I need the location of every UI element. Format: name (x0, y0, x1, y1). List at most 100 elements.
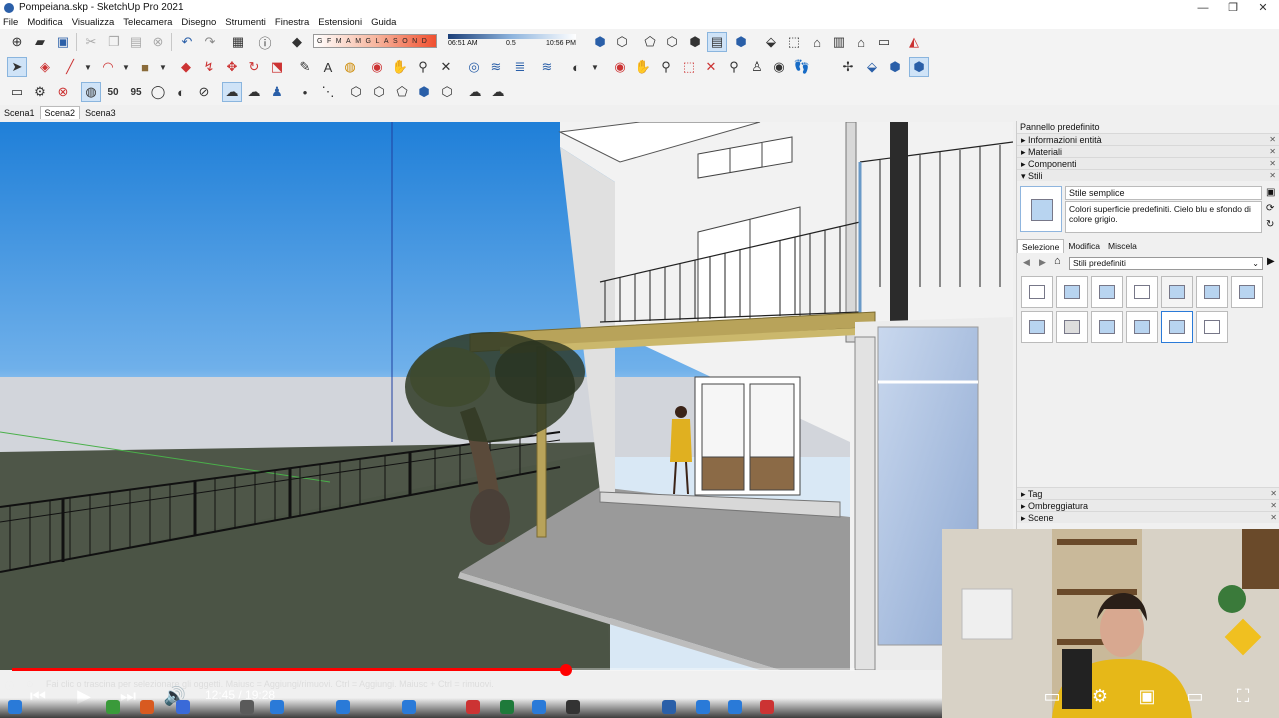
style-name-field[interactable]: Stile semplice (1065, 186, 1262, 200)
firefox-icon[interactable] (140, 700, 154, 714)
line-tool-icon[interactable]: ╱ (60, 57, 80, 77)
minimize-button[interactable]: — (1188, 0, 1218, 15)
app-icon[interactable] (760, 700, 774, 714)
solid-split-icon[interactable]: ⬡ (437, 82, 457, 102)
section-cut-icon[interactable]: ⬢ (885, 57, 905, 77)
tray-entity-info[interactable]: ▸ Informazioni entità ✕ (1017, 133, 1279, 145)
solid-trim-icon[interactable]: ⬠ (392, 82, 412, 102)
line-dropdown-icon[interactable]: ▼ (78, 57, 98, 77)
home-icon[interactable]: ⌂ (1054, 255, 1061, 267)
hidden-line-icon[interactable]: ▥ (829, 32, 849, 52)
style-library-select[interactable]: Stili predefiniti ⌄ (1069, 257, 1263, 270)
paint-bucket-icon[interactable]: ◍ (340, 57, 360, 77)
gear-icon[interactable]: ⚙ (30, 82, 50, 102)
shadow-icon[interactable]: ◆ (287, 32, 307, 52)
details-arrow-icon[interactable]: ▶ (1267, 256, 1275, 267)
tray-components[interactable]: ▸ Componenti ✕ (1017, 157, 1279, 169)
windows-start-icon[interactable] (8, 700, 22, 714)
app-icon[interactable] (566, 700, 580, 714)
shadow-month-slider[interactable]: GFMAMGLASOND (313, 34, 437, 48)
solid-intersect-icon[interactable]: ⬢ (414, 82, 434, 102)
dashed-line-icon[interactable]: ⋱ (318, 82, 338, 102)
app-icon[interactable] (402, 700, 416, 714)
style-swatch[interactable] (1161, 276, 1193, 308)
tray-tag[interactable]: ▸ Tag ✕ (1017, 487, 1279, 499)
erase-icon[interactable]: ⊗ (148, 32, 168, 52)
menu-visualizza[interactable]: Visualizza (72, 17, 115, 28)
tray-scenes[interactable]: ▸ Scene ✕ (1017, 511, 1279, 523)
back-view-icon[interactable]: ⬢ (685, 32, 705, 52)
select-tool-icon[interactable]: ➤ (7, 57, 27, 77)
scene-tab-3[interactable]: Scena3 (81, 107, 120, 119)
style-swatch[interactable] (1091, 311, 1123, 343)
wireframe-icon[interactable]: ⬚ (784, 32, 804, 52)
video-scrubber-handle[interactable] (560, 664, 573, 676)
orbit-icon[interactable]: ◉ (367, 57, 387, 77)
paste-icon[interactable]: ▤ (126, 32, 146, 52)
acrobat-icon[interactable] (466, 700, 480, 714)
menu-guida[interactable]: Guida (371, 17, 396, 28)
restore-button[interactable]: ❐ (1218, 0, 1248, 15)
position-camera-icon[interactable]: ♙ (747, 57, 767, 77)
explorer-icon[interactable] (240, 700, 254, 714)
model-viewport[interactable] (0, 122, 1013, 670)
app-icon[interactable] (532, 700, 546, 714)
app-icon[interactable] (696, 700, 710, 714)
settings-icon[interactable]: ⚙ (1088, 686, 1112, 706)
cut-icon[interactable]: ✂ (81, 32, 101, 52)
zoom-icon[interactable]: ⚲ (413, 57, 433, 77)
new-icon[interactable]: ⊕ (7, 32, 27, 52)
orbit-camera-icon[interactable]: ◉ (610, 57, 630, 77)
print-icon[interactable]: ▦ (228, 32, 248, 52)
menu-telecamera[interactable]: Telecamera (123, 17, 172, 28)
rotate-tool-icon[interactable]: ↻ (244, 57, 264, 77)
warehouse-icon[interactable]: ◎ (464, 57, 484, 77)
style-swatch[interactable] (1196, 276, 1228, 308)
style-swatch-selected[interactable] (1161, 311, 1193, 343)
tape-measure-icon[interactable]: ✎ (295, 57, 315, 77)
zoom-camera-icon[interactable]: ⚲ (656, 57, 676, 77)
follow-me-icon[interactable]: ↯ (199, 57, 219, 77)
folder-icon[interactable]: ▭ (7, 82, 27, 102)
right-view-icon[interactable]: ⬡ (662, 32, 682, 52)
style-swatch[interactable] (1056, 311, 1088, 343)
previous-view-icon[interactable]: ⚲ (724, 57, 744, 77)
redo-icon[interactable]: ↷ (200, 32, 220, 52)
style-swatch[interactable] (1126, 276, 1158, 308)
style-swatch[interactable] (1056, 276, 1088, 308)
arc-dropdown-icon[interactable]: ▼ (116, 57, 136, 77)
subtitles-icon[interactable]: ▭ (1040, 686, 1064, 706)
solid-union-icon[interactable]: ⬡ (346, 82, 366, 102)
drop-outline-icon[interactable]: ◯ (148, 82, 168, 102)
section-plane-icon[interactable]: ◭ (904, 32, 924, 52)
save-icon[interactable]: ▣ (53, 32, 73, 52)
video-progress-bar[interactable] (12, 668, 855, 671)
pan-icon[interactable]: ✋ (390, 57, 410, 77)
arc-tool-icon[interactable]: ◠ (98, 57, 118, 77)
front-view-icon[interactable]: ⬠ (640, 32, 660, 52)
style-swatch[interactable] (1091, 276, 1123, 308)
cloud-share-icon[interactable]: ☁ (488, 82, 508, 102)
look-around-icon[interactable]: ◉ (769, 57, 789, 77)
open-icon[interactable]: ▰ (30, 32, 50, 52)
miniplayer-icon[interactable]: ▣ (1135, 686, 1159, 706)
refresh-icon[interactable]: ↻ (1266, 219, 1274, 230)
theater-icon[interactable]: ▭ (1183, 686, 1207, 706)
cloud-sync-icon[interactable]: ☁ (222, 82, 242, 102)
percent-50-icon[interactable]: 50 (103, 82, 123, 102)
menu-file[interactable]: File (3, 17, 18, 28)
fullscreen-icon[interactable]: ⛶ (1231, 686, 1255, 706)
menu-disegno[interactable]: Disegno (181, 17, 216, 28)
model-info-icon[interactable]: ⓘ (255, 32, 275, 52)
menu-finestra[interactable]: Finestra (275, 17, 309, 28)
shadow-time-slider[interactable]: 06:51 AM 0.5 10:56 PM (448, 34, 576, 48)
tray-shadows[interactable]: ▸ Ombreggiatura ✕ (1017, 499, 1279, 511)
tab-miscela[interactable]: Miscela (1104, 239, 1141, 253)
undo-icon[interactable]: ↶ (177, 32, 197, 52)
monochrome-icon[interactable]: ▭ (874, 32, 894, 52)
drop-fill-icon[interactable]: ⊘ (194, 82, 214, 102)
point-icon[interactable]: • (295, 82, 315, 102)
app-icon[interactable] (336, 700, 350, 714)
style-swatch[interactable] (1021, 276, 1053, 308)
geo-location-icon[interactable]: ◐ (566, 57, 586, 77)
